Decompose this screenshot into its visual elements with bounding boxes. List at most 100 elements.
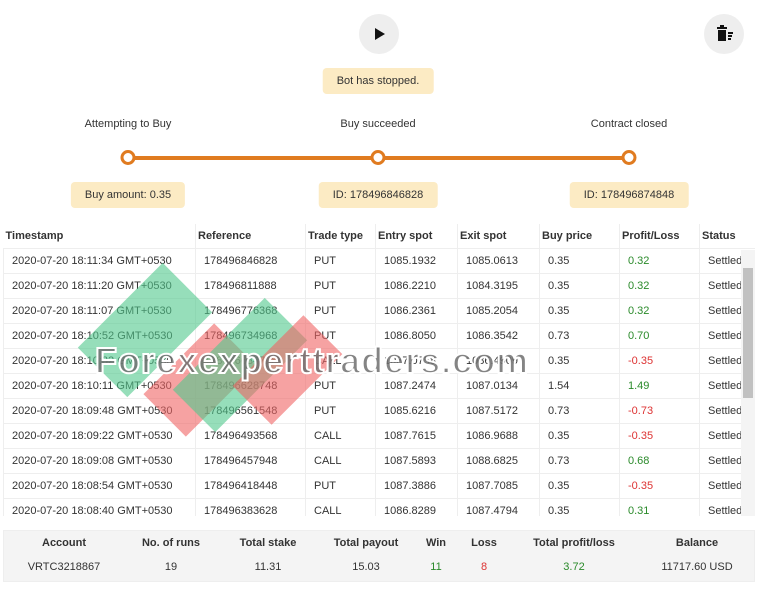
table-cell: 1087.7615 xyxy=(375,422,458,449)
play-icon xyxy=(375,28,385,40)
table-cell: PUT xyxy=(305,297,376,324)
table-cell: 1087.2474 xyxy=(375,372,458,399)
table-cell: 178496383628 xyxy=(195,497,306,516)
table-cell: 1087.0134 xyxy=(457,372,540,399)
table-cell: 1085.1932 xyxy=(375,247,458,274)
table-row: 2020-07-20 18:09:08 GMT+0530 178496457948… xyxy=(3,447,755,474)
table-cell: 1087.4794 xyxy=(457,497,540,516)
table-cell: 0.35 xyxy=(539,297,620,324)
step-label-attempting: Attempting to Buy xyxy=(84,118,172,130)
table-cell: 0.35 xyxy=(539,272,620,299)
table-cell: CALL xyxy=(305,422,376,449)
table-cell: 0.35 xyxy=(539,497,620,516)
step-dot xyxy=(370,150,386,165)
table-cell: 1087.3886 xyxy=(375,472,458,499)
clear-stats-button[interactable] xyxy=(704,14,744,54)
table-cell: 2020-07-20 18:09:22 GMT+0530 xyxy=(3,422,196,449)
table-scrollbar[interactable] xyxy=(741,250,755,516)
table-cell: 1084.3195 xyxy=(457,272,540,299)
table-cell: 178496684728 xyxy=(195,347,306,374)
column-header: Reference xyxy=(195,224,306,248)
table-cell: 0.32 xyxy=(619,272,700,299)
run-button[interactable] xyxy=(359,14,399,54)
table-cell: -0.35 xyxy=(619,422,700,449)
table-row: 2020-07-20 18:08:54 GMT+0530 178496418448… xyxy=(3,472,755,499)
table-cell: 2020-07-20 18:10:32 GMT+0530 xyxy=(3,347,196,374)
table-cell: PUT xyxy=(305,247,376,274)
table-cell: 0.73 xyxy=(539,397,620,424)
table-cell: 1088.6825 xyxy=(457,447,540,474)
column-header: Entry spot xyxy=(375,224,458,248)
scrollbar-thumb[interactable] xyxy=(743,268,753,398)
table-cell: -0.73 xyxy=(619,397,700,424)
table-row: 2020-07-20 18:10:32 GMT+0530 178496684728… xyxy=(3,347,755,374)
buy-id-info: ID: 178496846828 xyxy=(318,182,438,208)
summary-header: Account xyxy=(42,537,86,549)
table-cell: PUT xyxy=(305,322,376,349)
table-cell: 1086.8050 xyxy=(375,322,458,349)
table-cell: PUT xyxy=(305,472,376,499)
table-row: 2020-07-20 18:10:11 GMT+0530 178496628748… xyxy=(3,372,755,399)
table-cell: 2020-07-20 18:09:08 GMT+0530 xyxy=(3,447,196,474)
table-row: 2020-07-20 18:10:52 GMT+0530 178496734968… xyxy=(3,322,755,349)
table-row: 2020-07-20 18:11:20 GMT+0530 178496811888… xyxy=(3,272,755,299)
table-cell: 1085.2054 xyxy=(457,297,540,324)
table-cell: 178496457948 xyxy=(195,447,306,474)
step-label-closed: Contract closed xyxy=(590,118,668,130)
summary-value: VRTC3218867 xyxy=(27,561,101,573)
table-cell: -0.35 xyxy=(619,472,700,499)
table-cell: CALL xyxy=(305,447,376,474)
column-header: Status xyxy=(699,224,755,248)
table-cell: 1086.8289 xyxy=(375,497,458,516)
table-cell: PUT xyxy=(305,397,376,424)
table-cell: 178496418448 xyxy=(195,472,306,499)
step-dot xyxy=(120,150,136,165)
table-cell: CALL xyxy=(305,347,376,374)
table-cell: 2020-07-20 18:11:34 GMT+0530 xyxy=(3,247,196,274)
table-row: 2020-07-20 18:11:07 GMT+0530 178496776368… xyxy=(3,297,755,324)
table-cell: 0.35 xyxy=(539,247,620,274)
table-cell: 1085.0613 xyxy=(457,247,540,274)
table-cell: 2020-07-20 18:11:07 GMT+0530 xyxy=(3,297,196,324)
table-cell: 1.54 xyxy=(539,372,620,399)
summary-panel: Account VRTC3218867 No. of runs 19 Total sta… xyxy=(3,530,755,582)
table-cell: 178496846828 xyxy=(195,247,306,274)
table-cell: 2020-07-20 18:08:40 GMT+0530 xyxy=(3,497,196,516)
summary-header: Balance xyxy=(675,537,719,549)
step-label-succeeded: Buy succeeded xyxy=(340,118,416,130)
table-cell: 2020-07-20 18:09:48 GMT+0530 xyxy=(3,397,196,424)
table-cell: PUT xyxy=(305,372,376,399)
table-cell: 2020-07-20 18:08:54 GMT+0530 xyxy=(3,472,196,499)
table-cell: 1086.9688 xyxy=(457,422,540,449)
summary-value: 3.72 xyxy=(563,561,585,573)
table-cell: 2020-07-20 18:11:20 GMT+0530 xyxy=(3,272,196,299)
table-cell: 1085.6216 xyxy=(375,397,458,424)
column-header: Timestamp xyxy=(3,224,196,248)
table-cell: 1087.7085 xyxy=(457,472,540,499)
column-header: Exit spot xyxy=(457,224,540,248)
column-header: Buy price xyxy=(539,224,620,248)
table-cell: 178496628748 xyxy=(195,372,306,399)
table-cell: 0.32 xyxy=(619,247,700,274)
step-dot xyxy=(621,150,637,165)
table-cell: 1087.5893 xyxy=(375,447,458,474)
bot-status: Bot has stopped. xyxy=(322,68,434,94)
column-header: Trade type xyxy=(305,224,376,248)
table-cell: 178496811888 xyxy=(195,272,306,299)
table-cell: 0.35 xyxy=(539,472,620,499)
table-cell: 2020-07-20 18:10:52 GMT+0530 xyxy=(3,322,196,349)
table-row: 2020-07-20 18:11:34 GMT+0530 178496846828… xyxy=(3,247,755,274)
table-cell: 0.73 xyxy=(539,447,620,474)
table-cell: 178496734968 xyxy=(195,322,306,349)
contract-id-info: ID: 178496874848 xyxy=(569,182,689,208)
table-cell: 0.70 xyxy=(619,322,700,349)
trash-list-icon xyxy=(717,25,733,41)
transactions-table: Timestamp Reference Trade type Entry spot Ex… xyxy=(3,224,755,516)
table-cell: 1086.2361 xyxy=(375,297,458,324)
table-cell: 1086.4909 xyxy=(457,347,540,374)
table-cell: 0.73 xyxy=(539,322,620,349)
table-cell: 0.35 xyxy=(539,347,620,374)
table-row: 2020-07-20 18:08:40 GMT+0530 178496383628… xyxy=(3,497,755,516)
summary-header: Total profit/loss xyxy=(533,537,615,549)
column-header: Profit/Loss xyxy=(619,224,700,248)
